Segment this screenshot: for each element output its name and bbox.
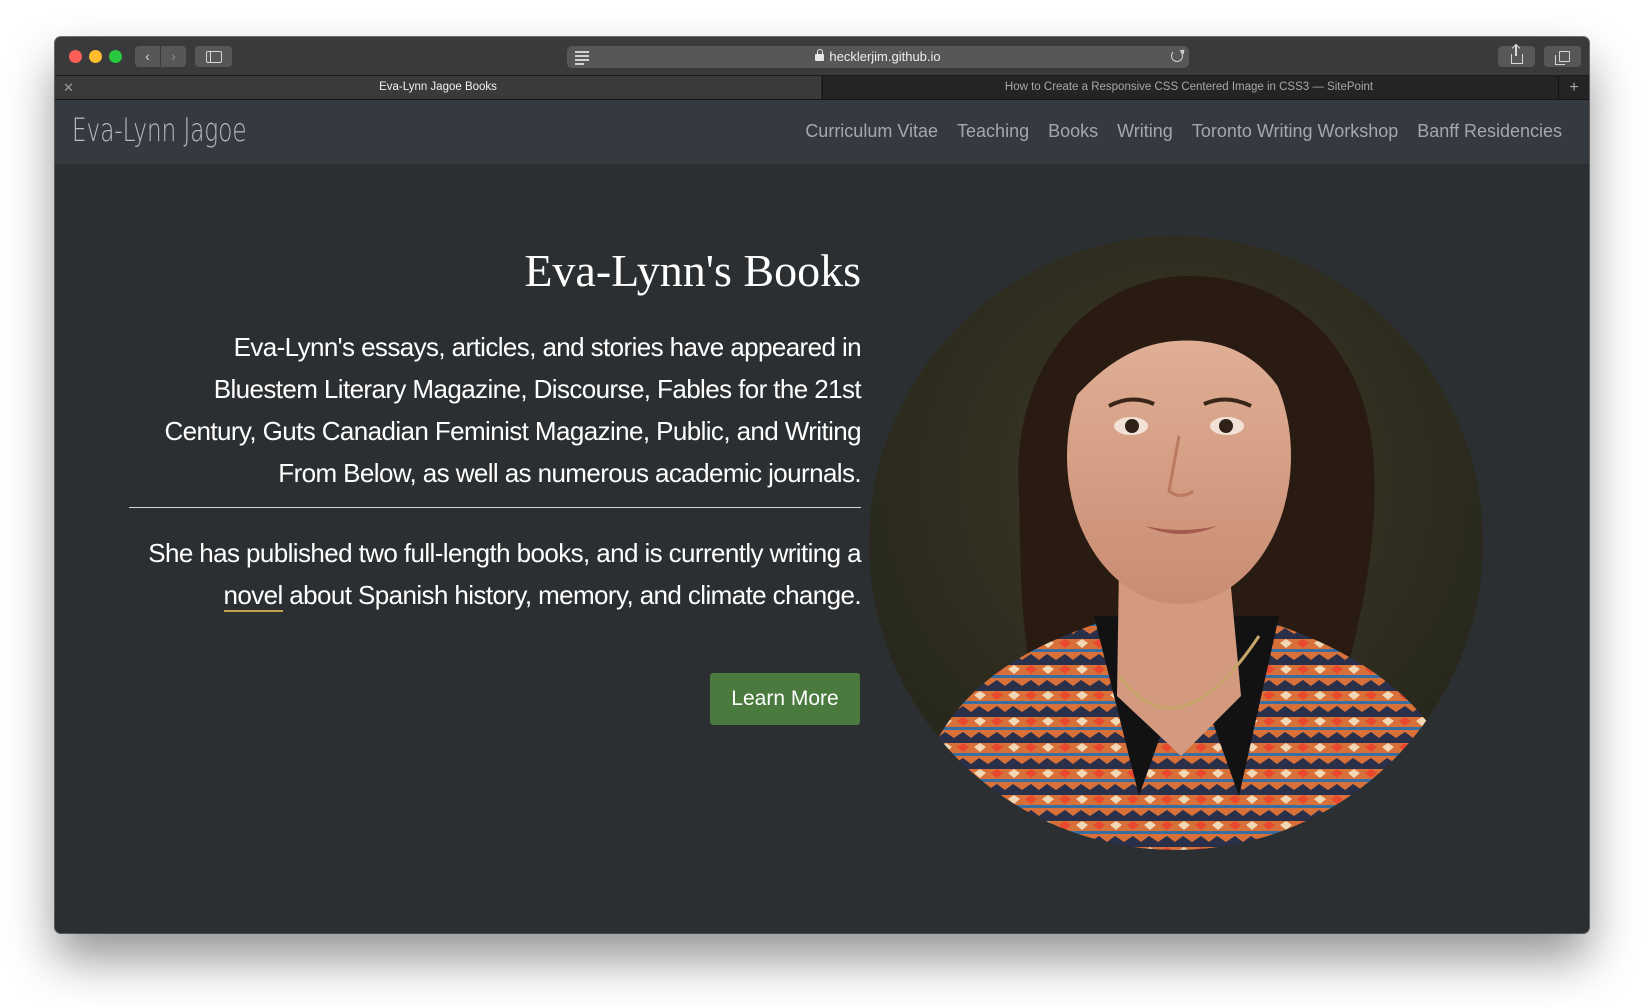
tabs-overview-icon bbox=[1555, 51, 1570, 65]
sidebar-icon bbox=[205, 51, 222, 63]
sidebar-toggle-button[interactable] bbox=[195, 46, 232, 67]
tab-inactive[interactable]: How to Create a Responsive CSS Centered … bbox=[822, 76, 1555, 99]
zoom-window-button[interactable] bbox=[109, 50, 122, 63]
share-button[interactable] bbox=[1498, 45, 1535, 67]
address-url: hecklerjim.github.io bbox=[829, 49, 941, 64]
nav-link-curriculum-vitae[interactable]: Curriculum Vitae bbox=[805, 119, 938, 143]
web-page: Eva-Lynn Jagoe Curriculum Vitae Teaching… bbox=[55, 100, 1589, 933]
reload-icon[interactable] bbox=[1171, 50, 1183, 62]
back-button[interactable]: ‹ bbox=[135, 46, 160, 67]
page-title: Eva-Lynn's Books bbox=[524, 245, 861, 296]
tab-active[interactable]: ✕ Eva-Lynn Jagoe Books bbox=[55, 76, 821, 99]
reader-icon[interactable] bbox=[575, 51, 589, 65]
minimize-window-button[interactable] bbox=[89, 50, 102, 63]
tab-title: Eva-Lynn Jagoe Books bbox=[379, 81, 497, 93]
tab-strip: ✕ Eva-Lynn Jagoe Books How to Create a R… bbox=[55, 76, 1589, 100]
author-portrait bbox=[869, 236, 1483, 850]
books-paragraph: She has published two full-length books,… bbox=[129, 532, 862, 616]
nav-link-teaching[interactable]: Teaching bbox=[957, 119, 1029, 143]
lock-icon bbox=[815, 49, 825, 61]
back-icon: ‹ bbox=[145, 48, 150, 64]
tab-title: How to Create a Responsive CSS Centered … bbox=[1004, 81, 1374, 93]
site-navbar: Eva-Lynn Jagoe Curriculum Vitae Teaching… bbox=[55, 100, 1589, 164]
nav-link-banff-residencies[interactable]: Banff Residencies bbox=[1417, 119, 1562, 143]
site-nav: Curriculum Vitae Teaching Books Writing … bbox=[786, 119, 1562, 143]
forward-icon: › bbox=[171, 48, 176, 64]
nav-link-toronto-writing-workshop[interactable]: Toronto Writing Workshop bbox=[1192, 119, 1398, 143]
books-paragraph-text-start: She has published two full-length books,… bbox=[148, 538, 861, 568]
address-bar[interactable]: hecklerjim.github.io bbox=[567, 46, 1189, 68]
nav-link-writing[interactable]: Writing bbox=[1117, 119, 1173, 143]
novel-link[interactable]: novel bbox=[223, 580, 283, 612]
divider bbox=[129, 507, 861, 508]
share-icon bbox=[1510, 45, 1523, 64]
site-logo[interactable]: Eva-Lynn Jagoe bbox=[72, 108, 247, 152]
forward-button[interactable]: › bbox=[161, 46, 186, 67]
tabs-overview-button[interactable] bbox=[1544, 46, 1581, 67]
intro-paragraph: Eva-Lynn's essays, articles, and stories… bbox=[164, 332, 861, 488]
nav-link-books[interactable]: Books bbox=[1048, 119, 1098, 143]
learn-more-button[interactable]: Learn More bbox=[710, 673, 860, 725]
browser-window: ‹ › hecklerjim.github.io ✕ Eva-Lynn Jago… bbox=[55, 37, 1589, 933]
books-paragraph-text-end: about Spanish history, memory, and clima… bbox=[282, 580, 861, 610]
close-tab-icon[interactable]: ✕ bbox=[63, 76, 74, 99]
close-window-button[interactable] bbox=[69, 50, 82, 63]
browser-toolbar: ‹ › hecklerjim.github.io bbox=[55, 37, 1589, 76]
new-tab-icon[interactable]: + bbox=[1558, 76, 1589, 99]
